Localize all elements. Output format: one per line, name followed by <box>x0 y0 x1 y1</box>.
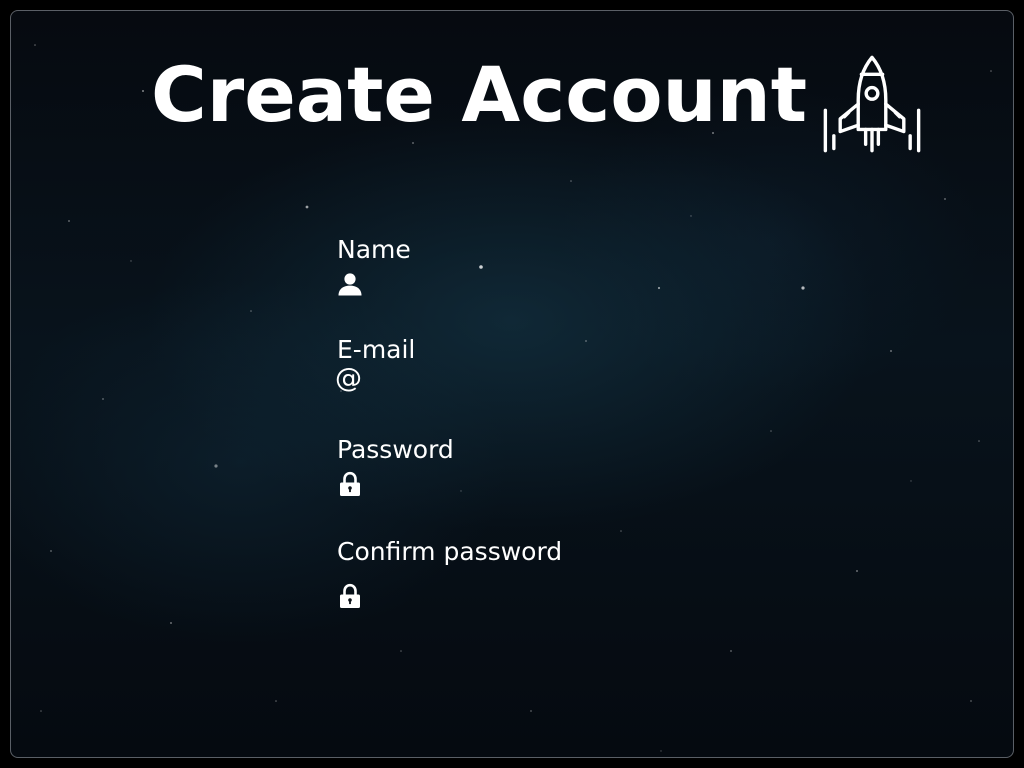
name-input-row[interactable] <box>337 269 697 303</box>
confirm-password-input[interactable] <box>371 581 691 611</box>
password-input-row[interactable] <box>337 469 697 503</box>
email-input-row[interactable]: @ <box>335 365 697 403</box>
name-field: Name <box>337 235 697 303</box>
at-icon: @ <box>335 363 362 394</box>
confirm-password-label: Confirm password <box>337 537 563 566</box>
user-icon <box>338 273 362 296</box>
email-label: E-mail <box>337 335 416 364</box>
email-input[interactable] <box>371 369 691 399</box>
password-label: Password <box>337 435 454 464</box>
password-field: Password <box>337 435 697 503</box>
email-field: E-mail @ <box>335 335 697 403</box>
app-frame: Create Account Name E-mail @ Password Co… <box>10 10 1014 758</box>
page-title: Create Account <box>151 50 808 139</box>
password-input[interactable] <box>371 469 691 499</box>
name-input[interactable] <box>371 269 691 299</box>
lock-icon <box>340 471 360 496</box>
confirm-password-input-row[interactable] <box>337 581 697 615</box>
name-label: Name <box>337 235 411 264</box>
rocket-icon <box>823 55 921 153</box>
lock-icon <box>340 583 360 608</box>
confirm-password-field: Confirm password <box>337 537 697 615</box>
